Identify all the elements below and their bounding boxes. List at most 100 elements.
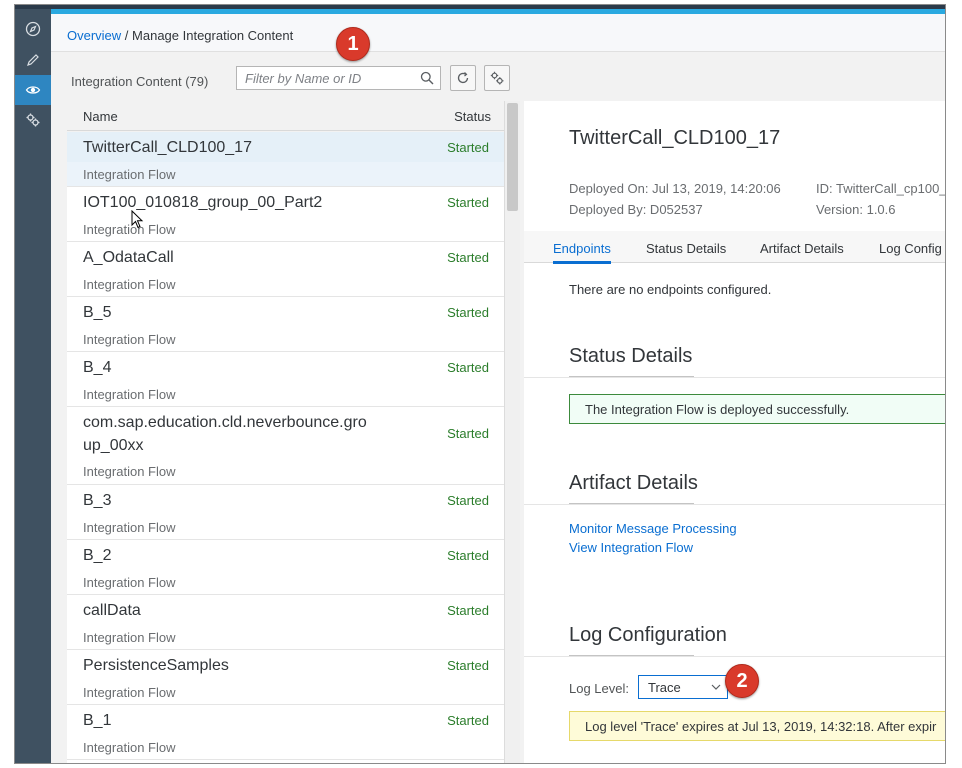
list-item-name: PersistenceSamples — [83, 657, 229, 674]
breadcrumb-overview-link[interactable]: Overview — [67, 28, 121, 43]
tab-endpoints[interactable]: Endpoints — [553, 241, 611, 264]
view-integration-flow-link[interactable]: View Integration Flow — [569, 540, 693, 555]
gears-icon — [26, 113, 40, 127]
log-level-warning-strip: Log level 'Trace' expires at Jul 13, 201… — [569, 711, 945, 741]
list-item-twittercall[interactable]: TwitterCall_CLD100_17 Started Integratio… — [67, 132, 504, 187]
section-divider — [524, 504, 945, 505]
list-item-status: Started — [447, 250, 489, 265]
list-header: Name Status — [67, 101, 504, 131]
list-item-name: B_3 — [83, 492, 112, 509]
artifact-id: ID: TwitterCall_cp100_ — [816, 181, 946, 196]
deployed-by: Deployed By: D052537 — [569, 202, 703, 217]
tab-log-config[interactable]: Log Config — [879, 241, 942, 256]
list-item-name-line2: up_00xx — [83, 437, 144, 454]
callout-badge-2: 2 — [725, 664, 759, 698]
list-item-type: Integration Flow — [83, 630, 176, 645]
status-message: The Integration Flow is deployed success… — [585, 402, 850, 417]
side-nav-settings[interactable] — [15, 105, 51, 135]
deployed-on: Deployed On: Jul 13, 2019, 14:20:06 — [569, 181, 781, 196]
compass-icon — [25, 21, 41, 37]
chevron-down-icon — [711, 684, 721, 690]
breadcrumb-current: Manage Integration Content — [132, 28, 294, 43]
log-configuration-heading: Log Configuration — [569, 624, 727, 646]
column-header-status[interactable]: Status — [454, 109, 491, 124]
list-item-type: Integration Flow — [83, 277, 176, 292]
refresh-button[interactable] — [450, 65, 476, 91]
list-item-name: A_OdataCall — [83, 249, 174, 266]
eye-icon — [25, 86, 41, 94]
list-scrollbar[interactable] — [504, 101, 520, 763]
list-item-name: TwitterCall_CLD100_17 — [83, 139, 252, 156]
settings-icon — [490, 71, 504, 85]
list-item-status: Started — [447, 658, 489, 673]
breadcrumb: Overview / Manage Integration Content — [51, 14, 945, 52]
section-divider — [524, 656, 945, 657]
column-header-name[interactable]: Name — [83, 109, 118, 124]
log-level-select[interactable]: Trace — [638, 675, 728, 699]
callout-badge-1: 1 — [336, 27, 370, 61]
list-item-type: Integration Flow — [83, 575, 176, 590]
list-item-name: B_4 — [83, 359, 112, 376]
list-item-status: Started — [447, 603, 489, 618]
list-item-type: Integration Flow — [83, 740, 176, 755]
list-item-status: Started — [447, 305, 489, 320]
list-item[interactable]: B_3 Started Integration Flow — [67, 485, 504, 540]
no-endpoints-text: There are no endpoints configured. — [569, 282, 772, 297]
log-level-warning: Log level 'Trace' expires at Jul 13, 201… — [585, 719, 937, 734]
tab-status-details[interactable]: Status Details — [646, 241, 726, 256]
list-item-status: Started — [447, 426, 489, 441]
list-item-status: Started — [447, 195, 489, 210]
list-item[interactable]: B_1 Started Integration Flow — [67, 705, 504, 760]
settings-button[interactable] — [484, 65, 510, 91]
list-item-type: Integration Flow — [83, 464, 176, 479]
status-message-strip: The Integration Flow is deployed success… — [569, 394, 945, 424]
pencil-icon — [27, 54, 39, 66]
artifact-details-heading: Artifact Details — [569, 472, 698, 494]
detail-title: TwitterCall_CLD100_17 — [569, 127, 781, 149]
side-nav-monitor[interactable] — [15, 75, 51, 105]
tab-artifact-details[interactable]: Artifact Details — [760, 241, 844, 256]
status-details-heading: Status Details — [569, 345, 693, 367]
list-item-name: B_5 — [83, 304, 112, 321]
list-item-status: Started — [447, 140, 489, 155]
artifact-version: Version: 1.0.6 — [816, 202, 896, 217]
detail-tabs: Endpoints Status Details Artifact Detail… — [524, 231, 945, 264]
mouse-pointer-icon — [131, 210, 144, 229]
list-item-status: Started — [447, 713, 489, 728]
breadcrumb-separator: / — [121, 28, 133, 43]
list-item[interactable]: com.sap.education.cld.neverbounce.gro up… — [67, 407, 504, 485]
list-item-status: Started — [447, 548, 489, 563]
list-toolbar: Integration Content (79) — [51, 53, 523, 101]
list-item-name: callData — [83, 602, 141, 619]
list-item-name: B_1 — [83, 712, 112, 729]
integration-content-count: Integration Content (79) — [71, 74, 209, 89]
side-nav-discover[interactable] — [15, 14, 51, 44]
log-level-label: Log Level: — [569, 681, 629, 696]
side-nav-design[interactable] — [15, 45, 51, 75]
side-navigation — [15, 9, 51, 763]
list-item-status: Started — [447, 493, 489, 508]
list-item-type: Integration Flow — [83, 387, 176, 402]
search-icon[interactable] — [420, 71, 434, 85]
list-item[interactable]: A_OdataCall Started Integration Flow — [67, 242, 504, 297]
list-item-type: Integration Flow — [83, 222, 176, 237]
search-input[interactable] — [237, 67, 407, 89]
list-item-name: B_2 — [83, 547, 112, 564]
app-window: Overview / Manage Integration Content In… — [14, 4, 946, 764]
list-item-type: Integration Flow — [83, 167, 176, 182]
list-item-status: Started — [447, 360, 489, 375]
list-item-name-line1: com.sap.education.cld.neverbounce.gro — [83, 414, 367, 431]
section-divider — [524, 377, 945, 378]
scrollbar-thumb[interactable] — [507, 103, 518, 211]
list-item[interactable]: B_5 Started Integration Flow — [67, 297, 504, 352]
list-item[interactable]: PersistenceSamples Started Integration F… — [67, 650, 504, 705]
monitor-message-processing-link[interactable]: Monitor Message Processing — [569, 521, 737, 536]
list-item[interactable]: callData Started Integration Flow — [67, 595, 504, 650]
list-item-type: Integration Flow — [83, 332, 176, 347]
list-item[interactable]: B_2 Started Integration Flow — [67, 540, 504, 595]
list-item[interactable]: B_4 Started Integration Flow — [67, 352, 504, 407]
list-item-type: Integration Flow — [83, 520, 176, 535]
list-item-type: Integration Flow — [83, 685, 176, 700]
refresh-icon — [457, 72, 469, 84]
log-level-value: Trace — [648, 680, 681, 695]
